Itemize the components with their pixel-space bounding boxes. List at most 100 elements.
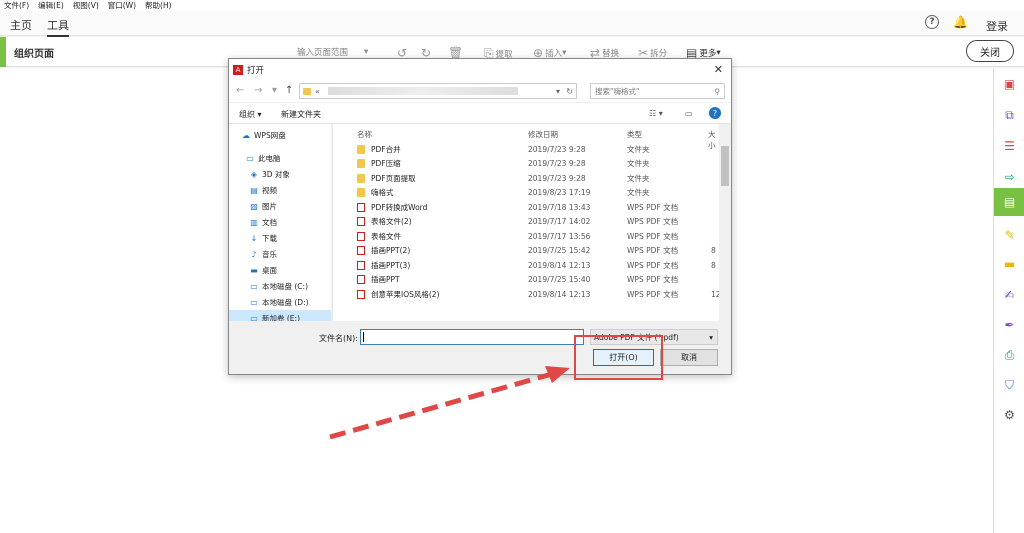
login-link[interactable]: 登录 [986,18,1008,34]
column-date[interactable]: 修改日期 [528,129,558,140]
folder-icon [357,188,365,198]
preview-pane-icon[interactable]: ▭ [685,109,693,118]
cancel-button[interactable]: 取消 [660,349,718,366]
menu-file[interactable]: 文件(F) [4,0,29,11]
file-name: 插画PPT [371,275,400,285]
comment-icon[interactable]: ▬ [994,250,1024,278]
address-dropdown-icon[interactable]: ▾ [556,87,560,96]
edit-pdf-icon[interactable]: ✎ [994,221,1024,249]
nav-item-documents[interactable]: ▥ 文档 [229,214,331,230]
file-row[interactable]: 嗨格式 2019/8/23 17:19 文件夹 [333,186,721,201]
file-date: 2019/7/23 9:28 [528,173,586,183]
file-row[interactable]: 表格文件 2019/7/17 13:56 WPS PDF 文档 [333,229,721,244]
column-name[interactable]: 名称 [357,129,372,140]
organize-pages-icon[interactable]: ▤ [994,188,1024,216]
file-row[interactable]: 插画PPT 2019/7/25 15:40 WPS PDF 文档 [333,273,721,288]
bell-icon[interactable]: 🔔 [953,15,968,29]
right-tool-bar: ▣ ⧉ ☰ ⇨ ▤ ✎ ▬ ✍ ✒ ⎙ ⛉ ⚙ [993,68,1024,533]
drive-icon: ▭ [250,281,258,291]
file-row[interactable]: 创意苹果IOS风格(2) 2019/8/14 12:13 WPS PDF 文档 12 [333,287,721,302]
pdf-file-icon [357,246,365,256]
document-icon: ▥ [250,217,258,227]
address-row: ← → ▾ ↑ « ▾ ↻ 搜索"嗨格式" ⚲ [229,80,731,102]
tab-tools[interactable]: 工具 [47,17,69,37]
up-icon[interactable]: ↑ [285,85,293,96]
nav-item-music[interactable]: ♪ 音乐 [229,246,331,262]
search-input[interactable]: 搜索"嗨格式" ⚲ [590,83,725,99]
column-type[interactable]: 类型 [627,129,642,140]
nav-item-downloads[interactable]: ↓ 下载 [229,230,331,246]
nav-item-this-pc[interactable]: ▭ 此电脑 [229,150,331,166]
close-button[interactable]: 关闭 [966,40,1014,62]
file-date: 2019/7/17 13:56 [528,231,591,241]
filename-input[interactable] [360,329,584,345]
nav-item-wps[interactable]: ☁ WPS网盘 [229,127,331,143]
signature-icon[interactable]: ✒ [994,311,1024,339]
menu-bar: 文件(F) 编辑(E) 视图(V) 窗口(W) 帮助(H) [0,0,1024,11]
more-tools-icon[interactable]: ⚙ [994,401,1024,429]
menu-view[interactable]: 视图(V) [73,0,99,11]
chevron-down-icon: ▾ [709,332,713,342]
export-pdf-icon[interactable]: ⇨ [994,163,1024,191]
file-row[interactable]: PDF合并 2019/7/23 9:28 文件夹 [333,142,721,157]
help-icon[interactable]: ? [925,15,939,29]
drive-icon: ▭ [250,297,258,307]
nav-item-desktop[interactable]: ▬ 桌面 [229,262,331,278]
file-type: WPS PDF 文档 [627,246,679,256]
organize-menu[interactable]: 组织 ▾ [239,109,262,120]
nav-item-drive-d[interactable]: ▭ 本地磁盘 (D:) [229,294,331,310]
file-name: PDF页面提取 [371,173,416,183]
address-bar[interactable]: « ▾ ↻ [299,83,577,99]
file-row[interactable]: 表格文件(2) 2019/7/17 14:02 WPS PDF 文档 [333,215,721,230]
refresh-icon[interactable]: ↻ [566,87,573,96]
help-icon-dialog[interactable]: ? [709,107,721,119]
nav-item-drive-c[interactable]: ▭ 本地磁盘 (C:) [229,278,331,294]
cube-icon: ◈ [250,169,258,179]
folder-icon [357,173,365,183]
fill-sign-icon[interactable]: ✍ [994,281,1024,309]
file-date: 2019/7/17 14:02 [528,217,591,227]
tab-home[interactable]: 主页 [10,17,32,33]
create-pdf-icon[interactable]: ▣ [994,70,1024,98]
nav-item-videos[interactable]: ▤ 视频 [229,182,331,198]
dropdown-icon[interactable]: ▾ [272,85,277,96]
file-name: PDF合并 [371,144,401,154]
protect-icon[interactable]: ⛉ [994,371,1024,399]
file-row[interactable]: 插画PPT(2) 2019/7/25 15:42 WPS PDF 文档 8 [333,244,721,259]
nav-item-3d[interactable]: ◈ 3D 对象 [229,166,331,182]
organize-layout-icon[interactable]: ☰ [994,132,1024,160]
video-icon: ▤ [250,185,258,195]
file-type: WPS PDF 文档 [627,289,679,299]
forward-icon[interactable]: → [254,85,262,96]
search-icon: ⚲ [714,86,721,96]
file-row[interactable]: 插画PPT(3) 2019/8/14 12:13 WPS PDF 文档 8 [333,258,721,273]
file-row[interactable]: PDF页面提取 2019/7/23 9:28 文件夹 [333,171,721,186]
menu-window[interactable]: 窗口(W) [108,0,136,11]
file-row[interactable]: PDF转换成Word 2019/7/18 13:43 WPS PDF 文档 [333,200,721,215]
file-type: WPS PDF 文档 [627,217,679,227]
page-range-input[interactable]: 输入页面范围 ▾ [297,46,368,58]
open-file-dialog: A 打开 ✕ ← → ▾ ↑ « ▾ ↻ 搜索"嗨格式" ⚲ 组织 ▾ 新建文件… [228,58,732,375]
menu-edit[interactable]: 编辑(E) [38,0,64,11]
menu-help[interactable]: 帮助(H) [145,0,172,11]
file-list-scrollbar[interactable] [719,124,731,321]
back-icon[interactable]: ← [236,85,244,96]
combine-files-icon[interactable]: ⧉ [994,101,1024,129]
nav-item-pictures[interactable]: ▨ 图片 [229,198,331,214]
print-icon[interactable]: ⎙ [994,341,1024,369]
file-type: WPS PDF 文档 [627,275,679,285]
file-row[interactable]: PDF压缩 2019/7/23 9:28 文件夹 [333,157,721,172]
pdf-file-icon [357,260,365,270]
folder-icon [357,144,365,154]
file-date: 2019/8/14 12:13 [528,289,591,299]
file-size: 8 [711,246,716,256]
file-type: WPS PDF 文档 [627,260,679,270]
dialog-close-icon[interactable]: ✕ [714,63,723,76]
file-name: 插画PPT(2) [371,246,411,256]
file-date: 2019/8/14 12:13 [528,260,591,270]
file-date: 2019/7/18 13:43 [528,202,591,212]
filename-label: 文件名(N): [319,334,358,343]
new-folder-button[interactable]: 新建文件夹 [281,109,321,120]
nav-item-drive-e[interactable]: ▭ 新加卷 (E:) [229,310,331,321]
view-options-icon[interactable]: ☷ ▾ [649,109,663,118]
